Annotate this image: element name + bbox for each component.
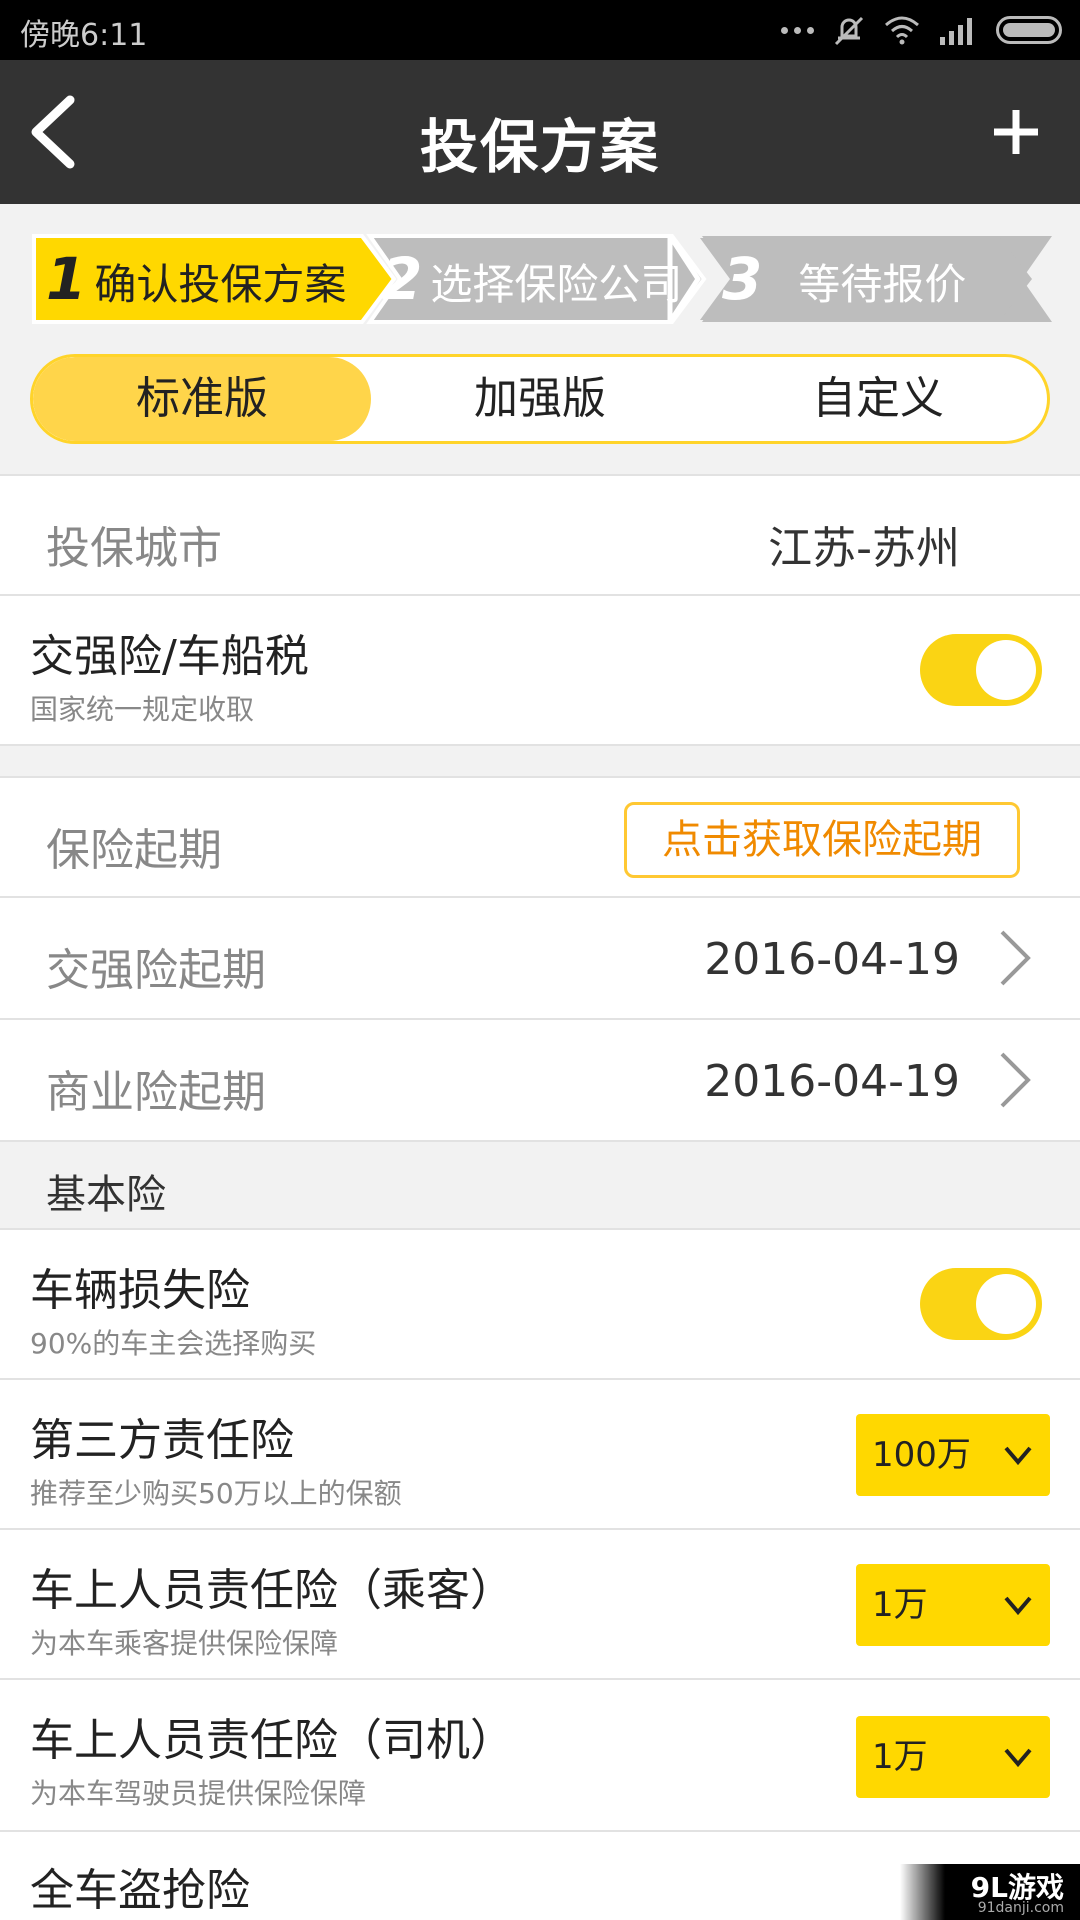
- dropdown-value: 1万: [872, 1737, 928, 1777]
- commercial-start-row[interactable]: 商业险起期 2016-04-19: [0, 1020, 1080, 1142]
- page-title: 投保方案: [419, 113, 660, 181]
- status-time: 傍晚6:11: [20, 18, 148, 53]
- wifi-icon: [885, 16, 919, 45]
- vehicle-damage-toggle[interactable]: [920, 1268, 1042, 1340]
- city-value: 江苏-苏州: [768, 523, 960, 574]
- tab-enhanced[interactable]: 加强版: [371, 357, 709, 441]
- item-title: 第三方责任险: [30, 1415, 294, 1466]
- tab-standard[interactable]: 标准版: [33, 357, 371, 441]
- step-3-number: 3: [722, 245, 763, 313]
- commercial-start-label: 商业险起期: [46, 1067, 266, 1118]
- dropdown-value: 1万: [872, 1585, 928, 1625]
- fetch-start-date-button[interactable]: 点击获取保险起期: [624, 802, 1020, 878]
- basic-section-title: 基本险: [46, 1172, 166, 1218]
- item-title: 车上人员责任险（乘客）: [30, 1565, 514, 1616]
- item-subtitle: 为本车乘客提供保险保障: [30, 1627, 339, 1660]
- compulsory-start-value: 2016-04-19: [704, 934, 960, 985]
- compulsory-start-label: 交强险起期: [46, 945, 266, 996]
- insurance-item-passenger: 车上人员责任险（乘客） 为本车乘客提供保险保障 1万: [0, 1530, 1080, 1680]
- step-1: 1 确认投保方案: [46, 234, 346, 324]
- chevron-down-icon: [1004, 1596, 1032, 1616]
- step-indicator: 1 确认投保方案 2 选择保险公司 3 等待报价: [32, 234, 1052, 324]
- step-3: 3 等待报价: [722, 234, 966, 324]
- insurance-item-driver: 车上人员责任险（司机） 为本车驾驶员提供保险保障 1万: [0, 1680, 1080, 1832]
- toggle-knob: [976, 640, 1036, 700]
- driver-coverage-select[interactable]: 1万: [856, 1716, 1050, 1798]
- notification-dots-icon: [781, 26, 814, 34]
- signal-icon: [940, 18, 972, 45]
- item-title: 车上人员责任险（司机）: [30, 1715, 514, 1766]
- passenger-coverage-select[interactable]: 1万: [856, 1564, 1050, 1646]
- insurance-item-vehicle-damage: 车辆损失险 90%的车主会选择购买: [0, 1230, 1080, 1380]
- chevron-down-icon: [1004, 1446, 1032, 1466]
- watermark-site: 91danji.com: [977, 1900, 1064, 1916]
- city-label: 投保城市: [46, 523, 222, 574]
- compulsory-start-row[interactable]: 交强险起期 2016-04-19: [0, 898, 1080, 1020]
- start-date-row: 保险起期 点击获取保险起期: [0, 776, 1080, 898]
- item-subtitle: 90%的车主会选择购买: [30, 1327, 317, 1360]
- chevron-right-icon: [1000, 930, 1031, 986]
- battery-icon: [996, 16, 1062, 44]
- step-2: 2 选择保险公司: [382, 234, 682, 324]
- chevron-down-icon: [1004, 1748, 1032, 1768]
- step-1-number: 1: [46, 245, 87, 313]
- add-icon[interactable]: [966, 82, 1066, 182]
- commercial-start-value: 2016-04-19: [704, 1056, 960, 1107]
- compulsory-row: 交强险/车船税 国家统一规定收取: [0, 596, 1080, 746]
- step-2-number: 2: [382, 245, 423, 313]
- city-row[interactable]: 投保城市 江苏-苏州: [0, 474, 1080, 596]
- compulsory-title: 交强险/车船税: [30, 631, 309, 682]
- basic-section-header: 基本险: [0, 1142, 1080, 1230]
- start-date-label: 保险起期: [46, 825, 222, 876]
- mute-icon: [834, 16, 864, 46]
- step-2-label: 选择保险公司: [430, 260, 683, 309]
- item-subtitle: 推荐至少购买50万以上的保额: [30, 1477, 402, 1510]
- compulsory-toggle[interactable]: [920, 634, 1042, 706]
- item-subtitle: 为本车驾驶员提供保险保障: [30, 1777, 367, 1810]
- status-bar: 傍晚6:11: [0, 0, 1080, 60]
- third-party-coverage-select[interactable]: 100万: [856, 1414, 1050, 1496]
- dropdown-value: 100万: [872, 1435, 971, 1475]
- step-3-label: 等待报价: [798, 260, 967, 309]
- watermark: 9L游戏 91danji.com: [900, 1864, 1080, 1920]
- compulsory-subtitle: 国家统一规定收取: [30, 693, 255, 726]
- insurance-item-third-party: 第三方责任险 推荐至少购买50万以上的保额 100万: [0, 1380, 1080, 1530]
- app-header: 投保方案: [0, 60, 1080, 204]
- plan-selector: 标准版 加强版 自定义: [30, 354, 1050, 444]
- item-title: 车辆损失险: [30, 1265, 250, 1316]
- status-icons: [781, 14, 1062, 46]
- step-1-label: 确认投保方案: [94, 260, 347, 309]
- toggle-knob: [976, 1274, 1036, 1334]
- item-title: 全车盗抢险: [30, 1865, 250, 1916]
- tab-custom[interactable]: 自定义: [709, 357, 1047, 441]
- chevron-right-icon: [1000, 1052, 1031, 1108]
